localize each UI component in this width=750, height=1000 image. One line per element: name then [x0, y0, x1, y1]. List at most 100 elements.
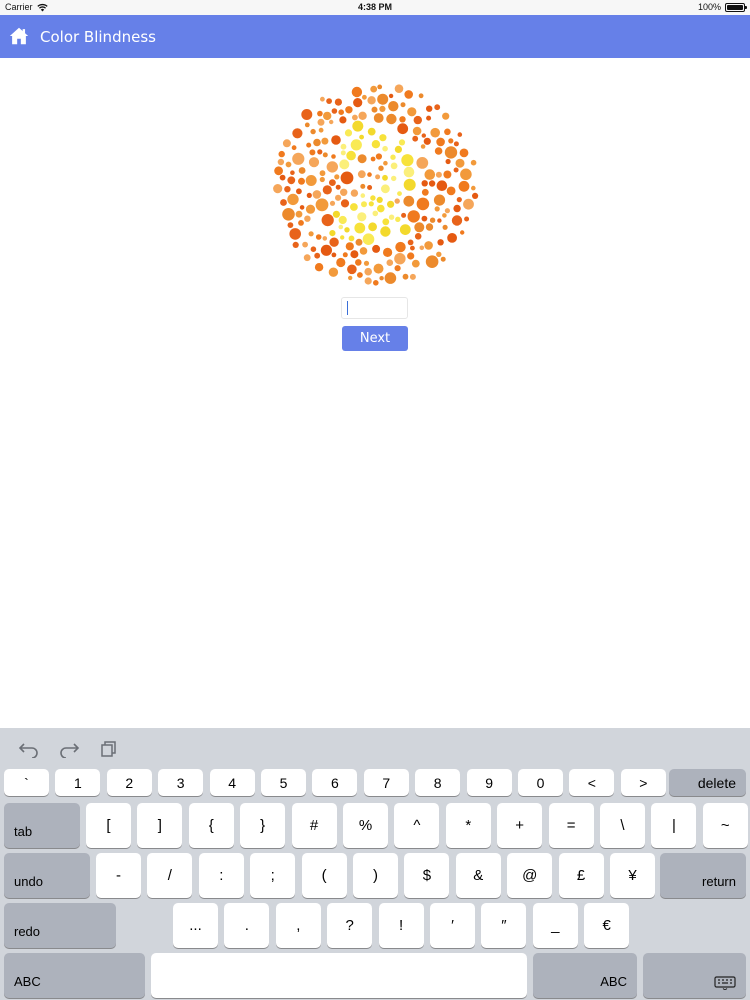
abc-key-left[interactable]: ABC [4, 953, 145, 998]
paste-icon[interactable] [98, 740, 120, 758]
abc-key-right[interactable]: ABC [533, 953, 637, 998]
key-row2-8[interactable]: + [497, 803, 543, 848]
key-11[interactable]: < [569, 769, 615, 796]
plate-dot [322, 152, 328, 158]
key-1[interactable]: 1 [55, 769, 101, 796]
redo-key[interactable]: redo [4, 903, 116, 948]
plate-dot [315, 234, 322, 240]
space-key[interactable] [151, 953, 527, 998]
plate-dot [376, 196, 383, 203]
plate-dot [367, 172, 372, 177]
plate-dot [414, 222, 425, 233]
key-row3-6[interactable]: $ [404, 853, 450, 898]
key-4[interactable]: 4 [209, 769, 255, 796]
plate-dot [306, 142, 312, 148]
key-row3-9[interactable]: £ [558, 853, 604, 898]
plate-dot [395, 241, 406, 253]
plate-dot [310, 246, 317, 252]
key-row4-8[interactable]: € [584, 903, 630, 948]
plate-dot [326, 161, 338, 173]
redo-icon[interactable] [58, 740, 80, 758]
key-row3-2[interactable]: : [198, 853, 244, 898]
plate-dot [354, 222, 366, 234]
plate-dot [437, 218, 442, 223]
key-row2-4[interactable]: # [291, 803, 337, 848]
plate-dot [444, 208, 450, 214]
plate-dot [357, 154, 367, 164]
key-row3-10[interactable]: ¥ [610, 853, 655, 898]
key-row2-1[interactable]: ] [137, 803, 183, 848]
key-row2-9[interactable]: = [548, 803, 594, 848]
plate-dot [348, 275, 353, 281]
plate-dot [421, 133, 426, 138]
plate-dot [331, 135, 341, 145]
key-row2-5[interactable]: % [343, 803, 388, 848]
key-row3-8[interactable]: @ [507, 853, 553, 898]
plate-dot [335, 184, 341, 190]
home-icon[interactable] [8, 25, 30, 47]
plate-dot [373, 113, 384, 123]
plate-dot [289, 228, 301, 240]
key-row3-5[interactable]: ) [353, 853, 398, 898]
key-5[interactable]: 5 [261, 769, 306, 796]
key-row4-4[interactable]: ! [378, 903, 424, 948]
plate-dot [436, 180, 448, 191]
undo-icon[interactable] [18, 740, 40, 758]
tab-key[interactable]: tab [4, 803, 80, 848]
key-3[interactable]: 3 [158, 769, 204, 796]
plate-dot [444, 146, 458, 159]
plate-dot [435, 171, 442, 178]
plate-dot [310, 128, 316, 135]
key-row4-1[interactable]: . [224, 903, 270, 948]
plate-dot [299, 205, 305, 210]
keyboard-dismiss-key[interactable] [643, 953, 746, 998]
key-row2-10[interactable]: \ [600, 803, 645, 848]
plate-dot [391, 175, 397, 182]
plate-dot [352, 114, 358, 121]
key-row4-5[interactable]: ′ [430, 903, 475, 948]
key-row4-0[interactable]: ... [173, 903, 218, 948]
key-8[interactable]: 8 [415, 769, 461, 796]
key-row3-4[interactable]: ( [301, 853, 347, 898]
plate-dot [399, 224, 411, 236]
key-row2-12[interactable]: ~ [702, 803, 748, 848]
key-12[interactable]: > [620, 769, 666, 796]
return-key[interactable]: return [660, 853, 746, 898]
key-row2-0[interactable]: [ [86, 803, 131, 848]
key-2[interactable]: 2 [106, 769, 152, 796]
plate-dot [350, 139, 362, 151]
key-row2-6[interactable]: ^ [394, 803, 440, 848]
delete-key[interactable]: delete [669, 769, 746, 796]
plate-dot [323, 111, 332, 121]
key-0[interactable]: ` [4, 769, 49, 796]
key-row3-7[interactable]: & [455, 853, 501, 898]
plate-dot [403, 195, 415, 207]
next-button[interactable]: Next [342, 326, 408, 351]
key-row2-3[interactable]: } [240, 803, 286, 848]
key-row4-3[interactable]: ? [327, 903, 373, 948]
key-row3-3[interactable]: ; [250, 853, 296, 898]
plate-dot [394, 265, 401, 272]
navigation-bar: Color Blindness [0, 15, 750, 58]
plate-dot [382, 145, 388, 152]
plate-dot [453, 167, 459, 173]
key-row3-1[interactable]: / [147, 853, 193, 898]
plate-dot [287, 176, 296, 185]
plate-dot [472, 192, 479, 199]
plate-dot [394, 84, 404, 93]
key-row2-11[interactable]: | [651, 803, 697, 848]
key-9[interactable]: 9 [466, 769, 512, 796]
key-row4-7[interactable]: _ [532, 903, 578, 948]
key-row4-6[interactable]: ″ [481, 903, 527, 948]
key-row2-2[interactable]: { [188, 803, 234, 848]
answer-input[interactable] [341, 297, 408, 319]
key-row2-7[interactable]: * [445, 803, 491, 848]
undo-key[interactable]: undo [4, 853, 90, 898]
plate-dot [368, 201, 374, 207]
plate-dot [317, 118, 325, 126]
key-7[interactable]: 7 [363, 769, 409, 796]
key-row4-2[interactable]: , [275, 903, 321, 948]
key-10[interactable]: 0 [518, 769, 563, 796]
key-row3-0[interactable]: - [96, 853, 141, 898]
key-6[interactable]: 6 [312, 769, 358, 796]
